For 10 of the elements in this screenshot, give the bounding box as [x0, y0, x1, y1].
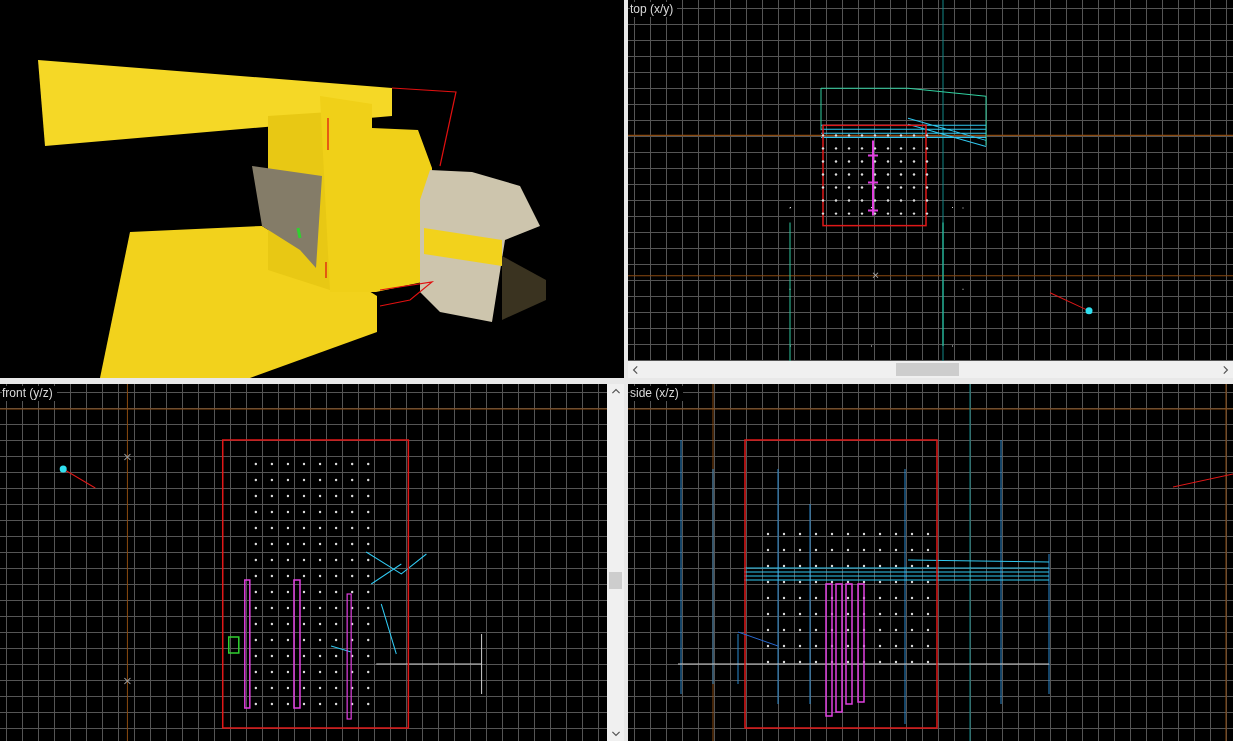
- scrollbar-thumb[interactable]: [609, 572, 622, 589]
- grid-viewport[interactable]: front (y/z): [0, 384, 607, 741]
- viewport-label: top (x/y): [630, 2, 678, 17]
- scrollbar-thumb[interactable]: [896, 363, 960, 376]
- viewport-label: front (y/z): [2, 386, 57, 401]
- grid-viewport[interactable]: side (x/z): [628, 384, 1233, 741]
- vertical-scrollbar[interactable]: [607, 384, 624, 741]
- grid-viewport[interactable]: top (x/y): [628, 0, 1233, 361]
- viewport-label: side (x/z): [630, 386, 683, 401]
- horizontal-scrollbar[interactable]: [628, 361, 1233, 378]
